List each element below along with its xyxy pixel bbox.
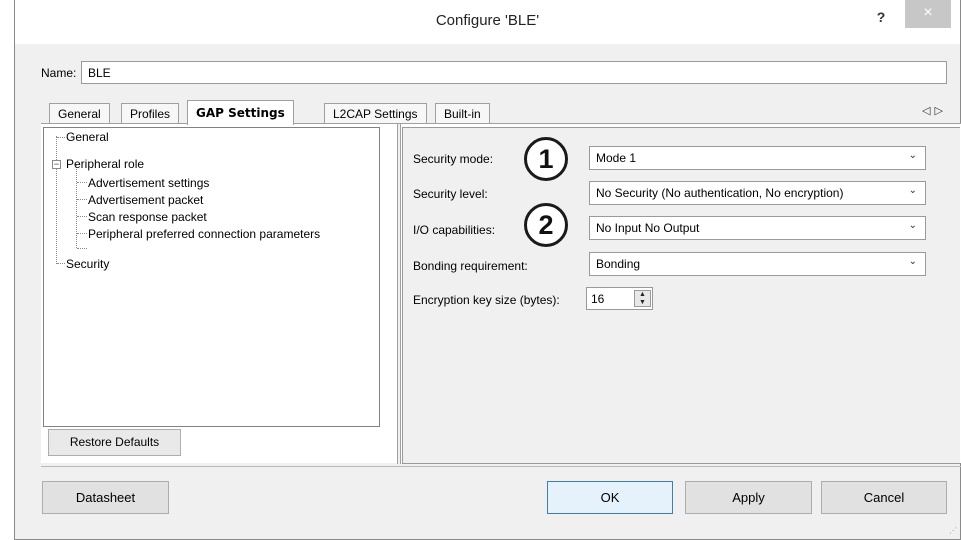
spin-up-icon[interactable]: ▲ (635, 291, 650, 299)
configure-dialog: Configure 'BLE' ? × Name: General Profil… (14, 0, 961, 540)
tab-built-in[interactable]: Built-in (435, 103, 490, 124)
security-level-value: No Security (No authentication, No encry… (596, 186, 844, 200)
apply-button[interactable]: Apply (685, 481, 812, 514)
ok-button[interactable]: OK (547, 481, 673, 514)
encryption-key-size-label: Encryption key size (bytes): (413, 293, 560, 307)
help-button[interactable]: ? (867, 6, 895, 28)
tab-profiles[interactable]: Profiles (121, 103, 180, 124)
encryption-key-size-spinbox[interactable]: 16 ▲ ▼ (586, 287, 653, 310)
security-level-select[interactable]: No Security (No authentication, No encry… (589, 181, 926, 205)
tree-item-general[interactable]: General (66, 130, 109, 144)
title-bar: Configure 'BLE' ? × (15, 0, 960, 44)
io-capabilities-select[interactable]: No Input No Output ⌄ (589, 216, 926, 240)
tab-panel: − General Peripheral role Advertisement … (41, 123, 961, 464)
tree-line (77, 182, 87, 183)
tree-line (57, 263, 65, 264)
collapse-icon[interactable]: − (52, 160, 61, 169)
tree-item-advertisement-packet[interactable]: Advertisement packet (88, 193, 203, 207)
tab-gap-settings[interactable]: GAP Settings (187, 100, 294, 125)
chevron-down-icon: ⌄ (908, 256, 917, 267)
tree-line (56, 136, 57, 264)
tree-line (77, 248, 87, 249)
name-input[interactable] (81, 61, 947, 84)
name-label: Name: (41, 66, 77, 80)
tree-line (77, 199, 87, 200)
callout-badge-2: 2 (524, 203, 568, 247)
divider (41, 466, 961, 467)
spin-buttons: ▲ ▼ (634, 290, 651, 307)
chevron-down-icon: ⌄ (908, 220, 917, 231)
tree-item-peripheral-role[interactable]: Peripheral role (66, 157, 144, 171)
security-level-label: Security level: (413, 187, 488, 201)
close-button[interactable]: × (905, 0, 951, 28)
security-mode-label: Security mode: (413, 152, 494, 166)
tab-general[interactable]: General (49, 103, 110, 124)
restore-defaults-button[interactable]: Restore Defaults (48, 429, 181, 456)
bonding-requirement-select[interactable]: Bonding ⌄ (589, 252, 926, 276)
io-capabilities-label: I/O capabilities: (413, 223, 496, 237)
window-title: Configure 'BLE' (435, 12, 540, 29)
callout-badge-1: 1 (524, 137, 568, 181)
spin-down-icon[interactable]: ▼ (635, 299, 650, 307)
encryption-key-size-value: 16 (591, 292, 605, 306)
tree-item-scan-response-packet[interactable]: Scan response packet (88, 210, 207, 224)
splitter[interactable] (397, 124, 401, 464)
tree-item-peripheral-preferred-connection-parameters[interactable]: Peripheral preferred connection paramete… (88, 227, 320, 241)
tab-scroll-arrows[interactable]: ◁▷ (922, 104, 947, 117)
tree-line (77, 233, 87, 234)
io-capabilities-value: No Input No Output (596, 221, 700, 235)
security-mode-value: Mode 1 (596, 151, 637, 165)
gap-settings-form: Security mode: Mode 1 ⌄ Security level: … (402, 127, 960, 464)
bonding-requirement-label: Bonding requirement: (413, 259, 528, 273)
cancel-button[interactable]: Cancel (821, 481, 947, 514)
chevron-down-icon: ⌄ (908, 150, 917, 161)
tab-l2cap-settings[interactable]: L2CAP Settings (324, 103, 427, 124)
chevron-down-icon: ⌄ (908, 185, 917, 196)
datasheet-button[interactable]: Datasheet (42, 481, 169, 514)
bonding-requirement-value: Bonding (596, 257, 641, 271)
resize-grip-icon[interactable]: ⋰ (949, 526, 958, 535)
tree-line (57, 137, 65, 138)
tree-item-security[interactable]: Security (66, 257, 109, 271)
tree-line (76, 164, 77, 248)
security-mode-select[interactable]: Mode 1 ⌄ (589, 146, 926, 170)
settings-tree: − General Peripheral role Advertisement … (43, 127, 380, 427)
tree-item-advertisement-settings[interactable]: Advertisement settings (88, 176, 209, 190)
tree-line (77, 216, 87, 217)
